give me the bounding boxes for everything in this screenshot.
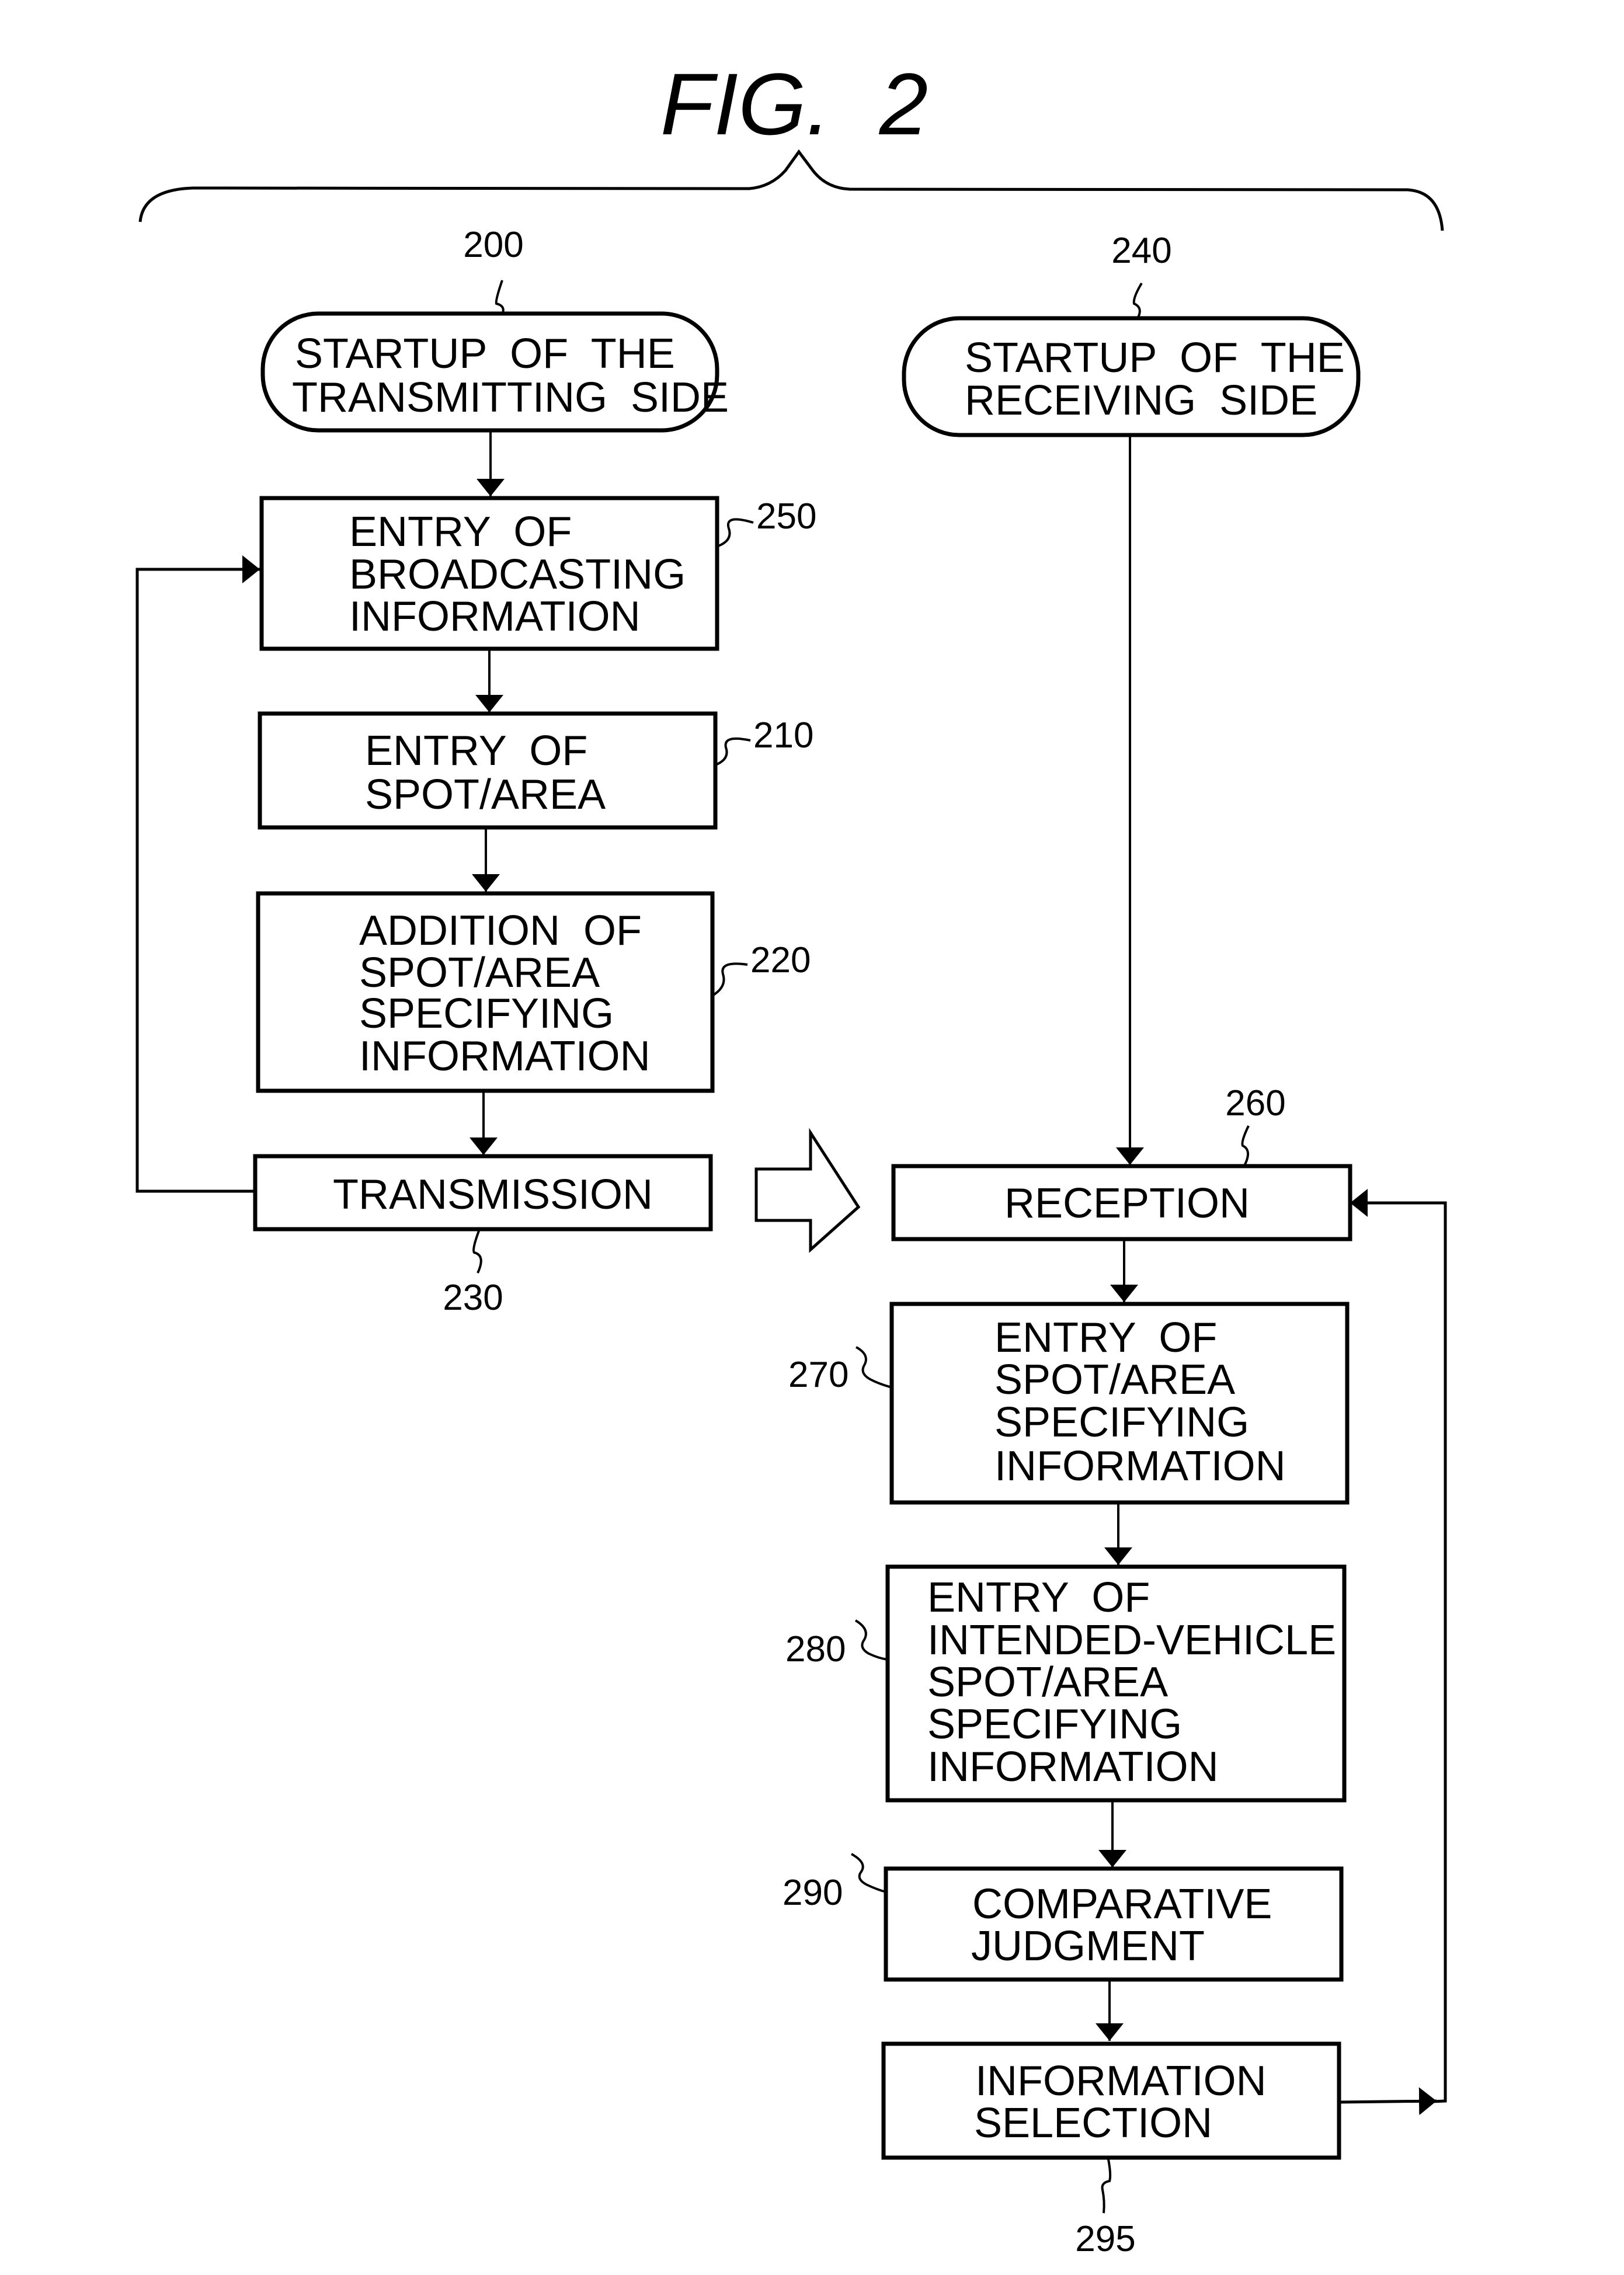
ref-leader-230 <box>472 1230 482 1274</box>
step-280-line-4: SPECIFYING <box>927 1701 1182 1748</box>
ref-leader-240 <box>1132 282 1143 322</box>
figure-title: FIG. 2 <box>660 55 928 153</box>
ref-leader-250 <box>718 518 754 547</box>
grouping-brace <box>138 149 1444 231</box>
ref-leader-210 <box>715 738 751 766</box>
step-290-line-2: JUDGMENT <box>971 1923 1205 1970</box>
step-230-line-1: TRANSMISSION <box>333 1171 653 1218</box>
ref-label-280: 280 <box>785 1629 846 1669</box>
start-transmitting-line-2: TRANSMITTING SIDE <box>292 374 729 421</box>
step-220-line-3: SPECIFYING <box>359 990 614 1037</box>
step-270-line-4: INFORMATION <box>994 1443 1286 1490</box>
ref-leader-295-main <box>1101 2159 1112 2214</box>
step-250-line-1: ENTRY OF <box>349 509 572 555</box>
ref-label-200: 200 <box>463 225 523 265</box>
step-entry-spot-area-specifying-information: ENTRY OF SPOT/AREA SPECIFYING INFORMATIO… <box>889 1302 1350 1505</box>
step-270-line-2: SPOT/AREA <box>994 1356 1235 1403</box>
step-transmission: TRANSMISSION <box>253 1154 713 1232</box>
step-280-line-2: INTENDED-VEHICLE <box>927 1617 1336 1664</box>
step-295-line-1: INFORMATION <box>975 2058 1267 2104</box>
loop-arrow-230-to-250 <box>135 555 260 1193</box>
step-220-line-4: INFORMATION <box>359 1033 651 1080</box>
ref-label-230: 230 <box>443 1278 503 1318</box>
step-entry-intended-vehicle-spot-area-information: ENTRY OF INTENDED-VEHICLE SPOT/AREA SPEC… <box>885 1564 1347 1803</box>
ref-leader-260 <box>1241 1125 1250 1167</box>
ref-label-220: 220 <box>750 940 811 980</box>
ref-leader-220 <box>711 962 748 997</box>
loop-line-295-to-260 <box>1350 1189 1447 2104</box>
step-220-line-2: SPOT/AREA <box>359 949 600 996</box>
step-290-line-1: COMPARATIVE <box>972 1881 1272 1928</box>
step-250-line-3: INFORMATION <box>349 593 641 640</box>
ref-leader-290 <box>851 1853 886 1893</box>
step-information-selection: INFORMATION SELECTION <box>881 2041 1341 2160</box>
step-270-line-3: SPECIFYING <box>994 1399 1249 1446</box>
step-280-line-5: INFORMATION <box>927 1744 1219 1790</box>
start-receiving-line-2: RECEIVING SIDE <box>965 377 1317 424</box>
step-295-line-2: SELECTION <box>974 2100 1212 2147</box>
ref-leader-280 <box>854 1619 888 1661</box>
ref-label-290: 290 <box>783 1873 843 1913</box>
step-addition-spot-area-information: ADDITION OF SPOT/AREA SPECIFYING INFORMA… <box>256 891 715 1093</box>
step-280-line-3: SPOT/AREA <box>927 1659 1168 1706</box>
step-reception: RECEPTION <box>891 1164 1352 1241</box>
step-210-line-2: SPOT/AREA <box>365 771 606 818</box>
ref-label-295: 295 <box>1075 2219 1135 2259</box>
step-entry-broadcasting-information: ENTRY OF BROADCASTING INFORMATION <box>259 496 719 651</box>
step-250-line-2: BROADCASTING <box>349 551 686 598</box>
step-280-line-1: ENTRY OF <box>927 1574 1150 1621</box>
step-comparative-judgment: COMPARATIVE JUDGMENT <box>884 1866 1344 1982</box>
ref-leader-270-main <box>856 1346 892 1389</box>
broadcast-hollow-arrow-icon <box>754 1128 861 1253</box>
ref-label-210: 210 <box>753 715 813 756</box>
step-270-line-1: ENTRY OF <box>994 1314 1217 1361</box>
start-transmitting-line-1: STARTUP OF THE <box>295 331 675 377</box>
start-transmitting-terminal: STARTUP OF THE TRANSMITTING SIDE <box>260 311 729 433</box>
step-210-line-1: ENTRY OF <box>365 728 587 774</box>
step-entry-spot-area: ENTRY OF SPOT/AREA <box>258 711 718 830</box>
ref-label-270: 270 <box>788 1355 848 1395</box>
step-220-line-1: ADDITION OF <box>359 907 642 954</box>
start-receiving-terminal: STARTUP OF THE RECEIVING SIDE <box>902 316 1361 437</box>
ref-label-240: 240 <box>1111 231 1171 271</box>
step-260-line-1: RECEPTION <box>1004 1180 1250 1227</box>
ref-label-260: 260 <box>1225 1083 1285 1123</box>
ref-label-250: 250 <box>756 496 816 537</box>
start-receiving-line-1: STARTUP OF THE <box>965 335 1345 381</box>
ref-leader-295 <box>899 2159 908 2210</box>
flowchart-canvas: FIG. 2 200 STARTUP OF THE TRANSMITTING S… <box>135 55 1447 2259</box>
